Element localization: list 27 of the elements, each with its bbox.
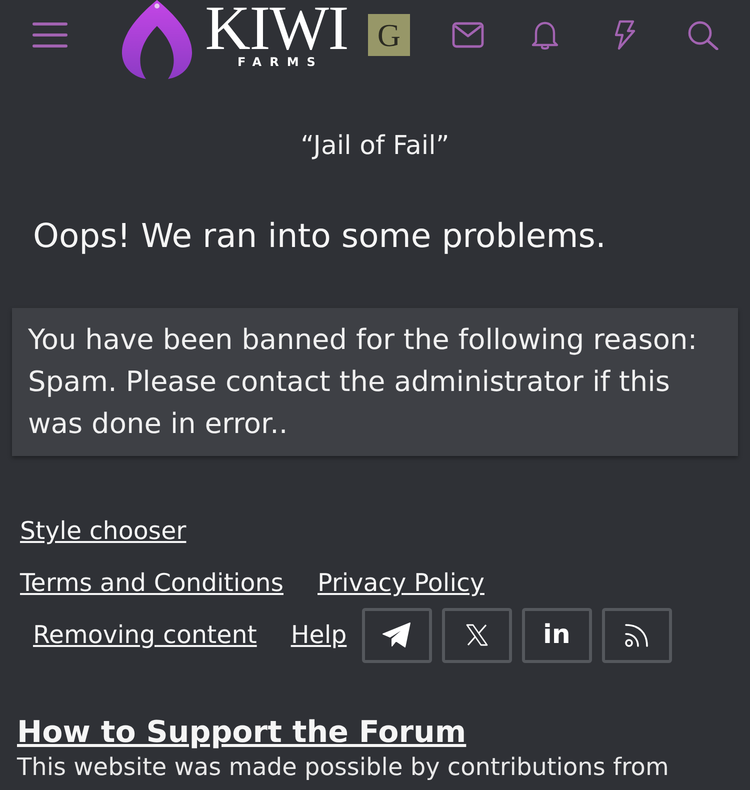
notifications-button[interactable] [530, 20, 560, 50]
menu-button[interactable] [32, 21, 68, 49]
x-logo-icon [466, 624, 488, 646]
page-title: “Jail of Fail” [300, 130, 450, 163]
ban-message: You have been banned for the following reason: Spam. Please contact the administrator if this was done in error.. [12, 308, 738, 456]
paper-plane-icon [382, 622, 412, 648]
footer-link[interactable]: Privacy Policy [318, 567, 484, 599]
menu-icon [32, 21, 68, 49]
flame-logo-icon [120, 0, 194, 80]
footer-link[interactable]: Terms and Conditions [20, 567, 284, 599]
search-icon [686, 20, 719, 50]
style-chooser-link[interactable]: Style chooser [20, 515, 186, 547]
user-avatar-button[interactable]: G [368, 14, 410, 56]
support-heading-link[interactable]: How to Support the Forum [17, 713, 466, 753]
rss-feed-link[interactable] [602, 608, 672, 662]
support-paragraph: This website was made possible by contributions from [17, 753, 670, 781]
rss-icon [624, 622, 650, 648]
bell-icon [530, 20, 560, 50]
error-heading: Oops! We ran into some problems. [33, 215, 607, 257]
x-link[interactable] [442, 608, 512, 662]
search-button[interactable] [686, 20, 719, 50]
footer-link[interactable]: Help [290, 619, 347, 651]
linkedin-link[interactable]: in [522, 608, 592, 662]
telegram-link[interactable] [362, 608, 432, 662]
inbox-button[interactable] [452, 22, 484, 48]
mail-icon [452, 22, 484, 48]
footer-link[interactable]: Removing content [33, 619, 257, 651]
